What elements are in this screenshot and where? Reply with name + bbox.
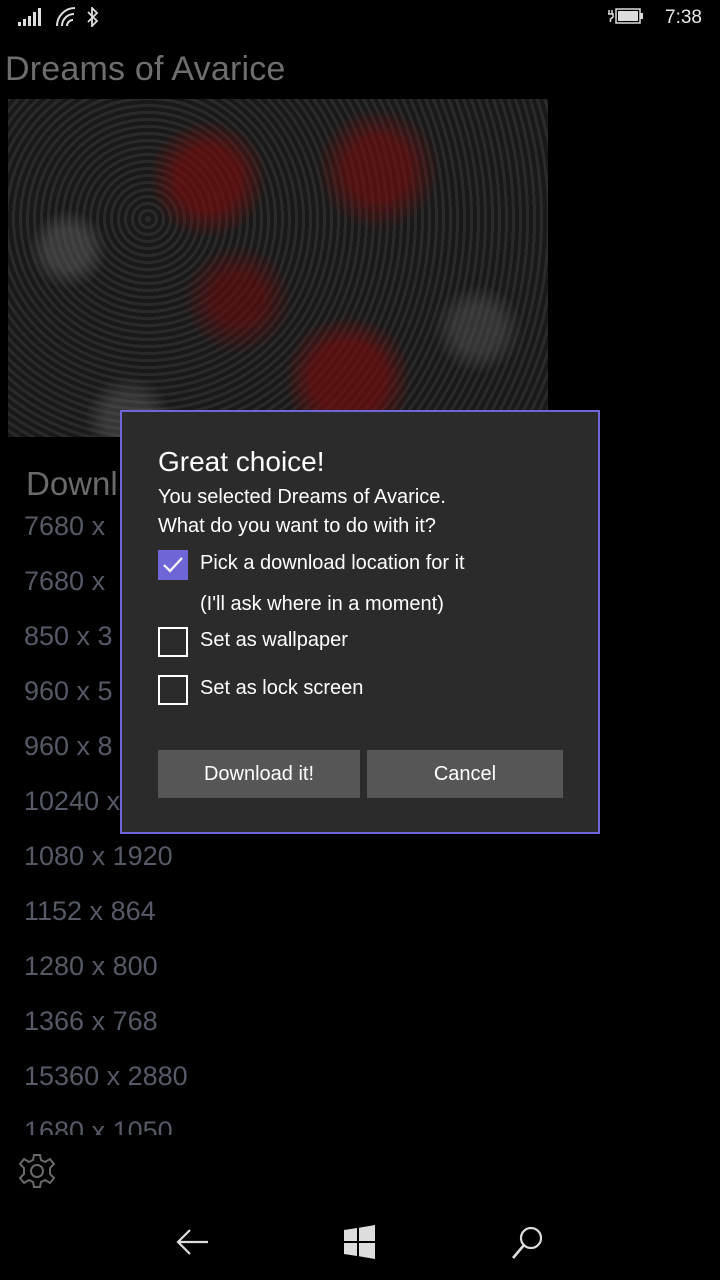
cancel-button[interactable]: Cancel bbox=[367, 750, 563, 798]
dialog-title: Great choice! bbox=[158, 446, 325, 477]
option-hint: (I'll ask where in a moment) bbox=[200, 593, 444, 615]
checkbox-set-wallpaper[interactable] bbox=[158, 627, 188, 657]
list-item[interactable]: 1080 x 1920 bbox=[24, 837, 424, 892]
option-label: Set as wallpaper bbox=[200, 629, 348, 651]
option-pick-location[interactable]: Pick a download location for it bbox=[158, 550, 558, 580]
screen: 7:38 Dreams of Avarice Downl 7680 x 7680… bbox=[0, 0, 720, 1280]
list-item[interactable]: 1152 x 864 bbox=[24, 892, 424, 947]
artwork-thumbnail bbox=[8, 99, 548, 437]
checkbox-set-lock-screen[interactable] bbox=[158, 675, 188, 705]
signal-icon bbox=[18, 8, 41, 26]
list-item[interactable]: 1366 x 768 bbox=[24, 1002, 424, 1057]
option-set-lock-screen[interactable]: Set as lock screen bbox=[158, 675, 458, 705]
status-bar: 7:38 bbox=[0, 0, 720, 36]
clock: 7:38 bbox=[665, 7, 702, 28]
battery-charging-icon bbox=[608, 8, 643, 24]
checkmark-icon bbox=[163, 557, 183, 573]
option-set-wallpaper[interactable]: Set as wallpaper bbox=[158, 627, 458, 657]
wifi-icon bbox=[56, 7, 76, 27]
gear-icon[interactable] bbox=[18, 1152, 56, 1190]
checkbox-pick-location[interactable] bbox=[158, 550, 188, 580]
download-dialog: Great choice! You selected Dreams of Ava… bbox=[120, 410, 600, 834]
dialog-message: You selected Dreams of Avarice. bbox=[158, 486, 446, 508]
downloads-heading: Downl bbox=[26, 465, 118, 502]
option-label: Set as lock screen bbox=[200, 677, 364, 699]
download-button[interactable]: Download it! bbox=[158, 750, 360, 798]
back-arrow-icon[interactable] bbox=[172, 1222, 212, 1262]
windows-start-icon[interactable] bbox=[340, 1222, 380, 1262]
list-item[interactable]: 1680 x 1050 bbox=[24, 1112, 424, 1135]
list-item[interactable]: 15360 x 2880 bbox=[24, 1057, 424, 1112]
search-icon[interactable] bbox=[508, 1222, 548, 1262]
navigation-bar bbox=[0, 1200, 720, 1280]
list-item[interactable]: 1280 x 800 bbox=[24, 947, 424, 1002]
option-label: Pick a download location for it bbox=[200, 552, 465, 574]
page-title: Dreams of Avarice bbox=[5, 50, 286, 88]
bluetooth-icon bbox=[87, 7, 99, 27]
dialog-question: What do you want to do with it? bbox=[158, 515, 436, 537]
